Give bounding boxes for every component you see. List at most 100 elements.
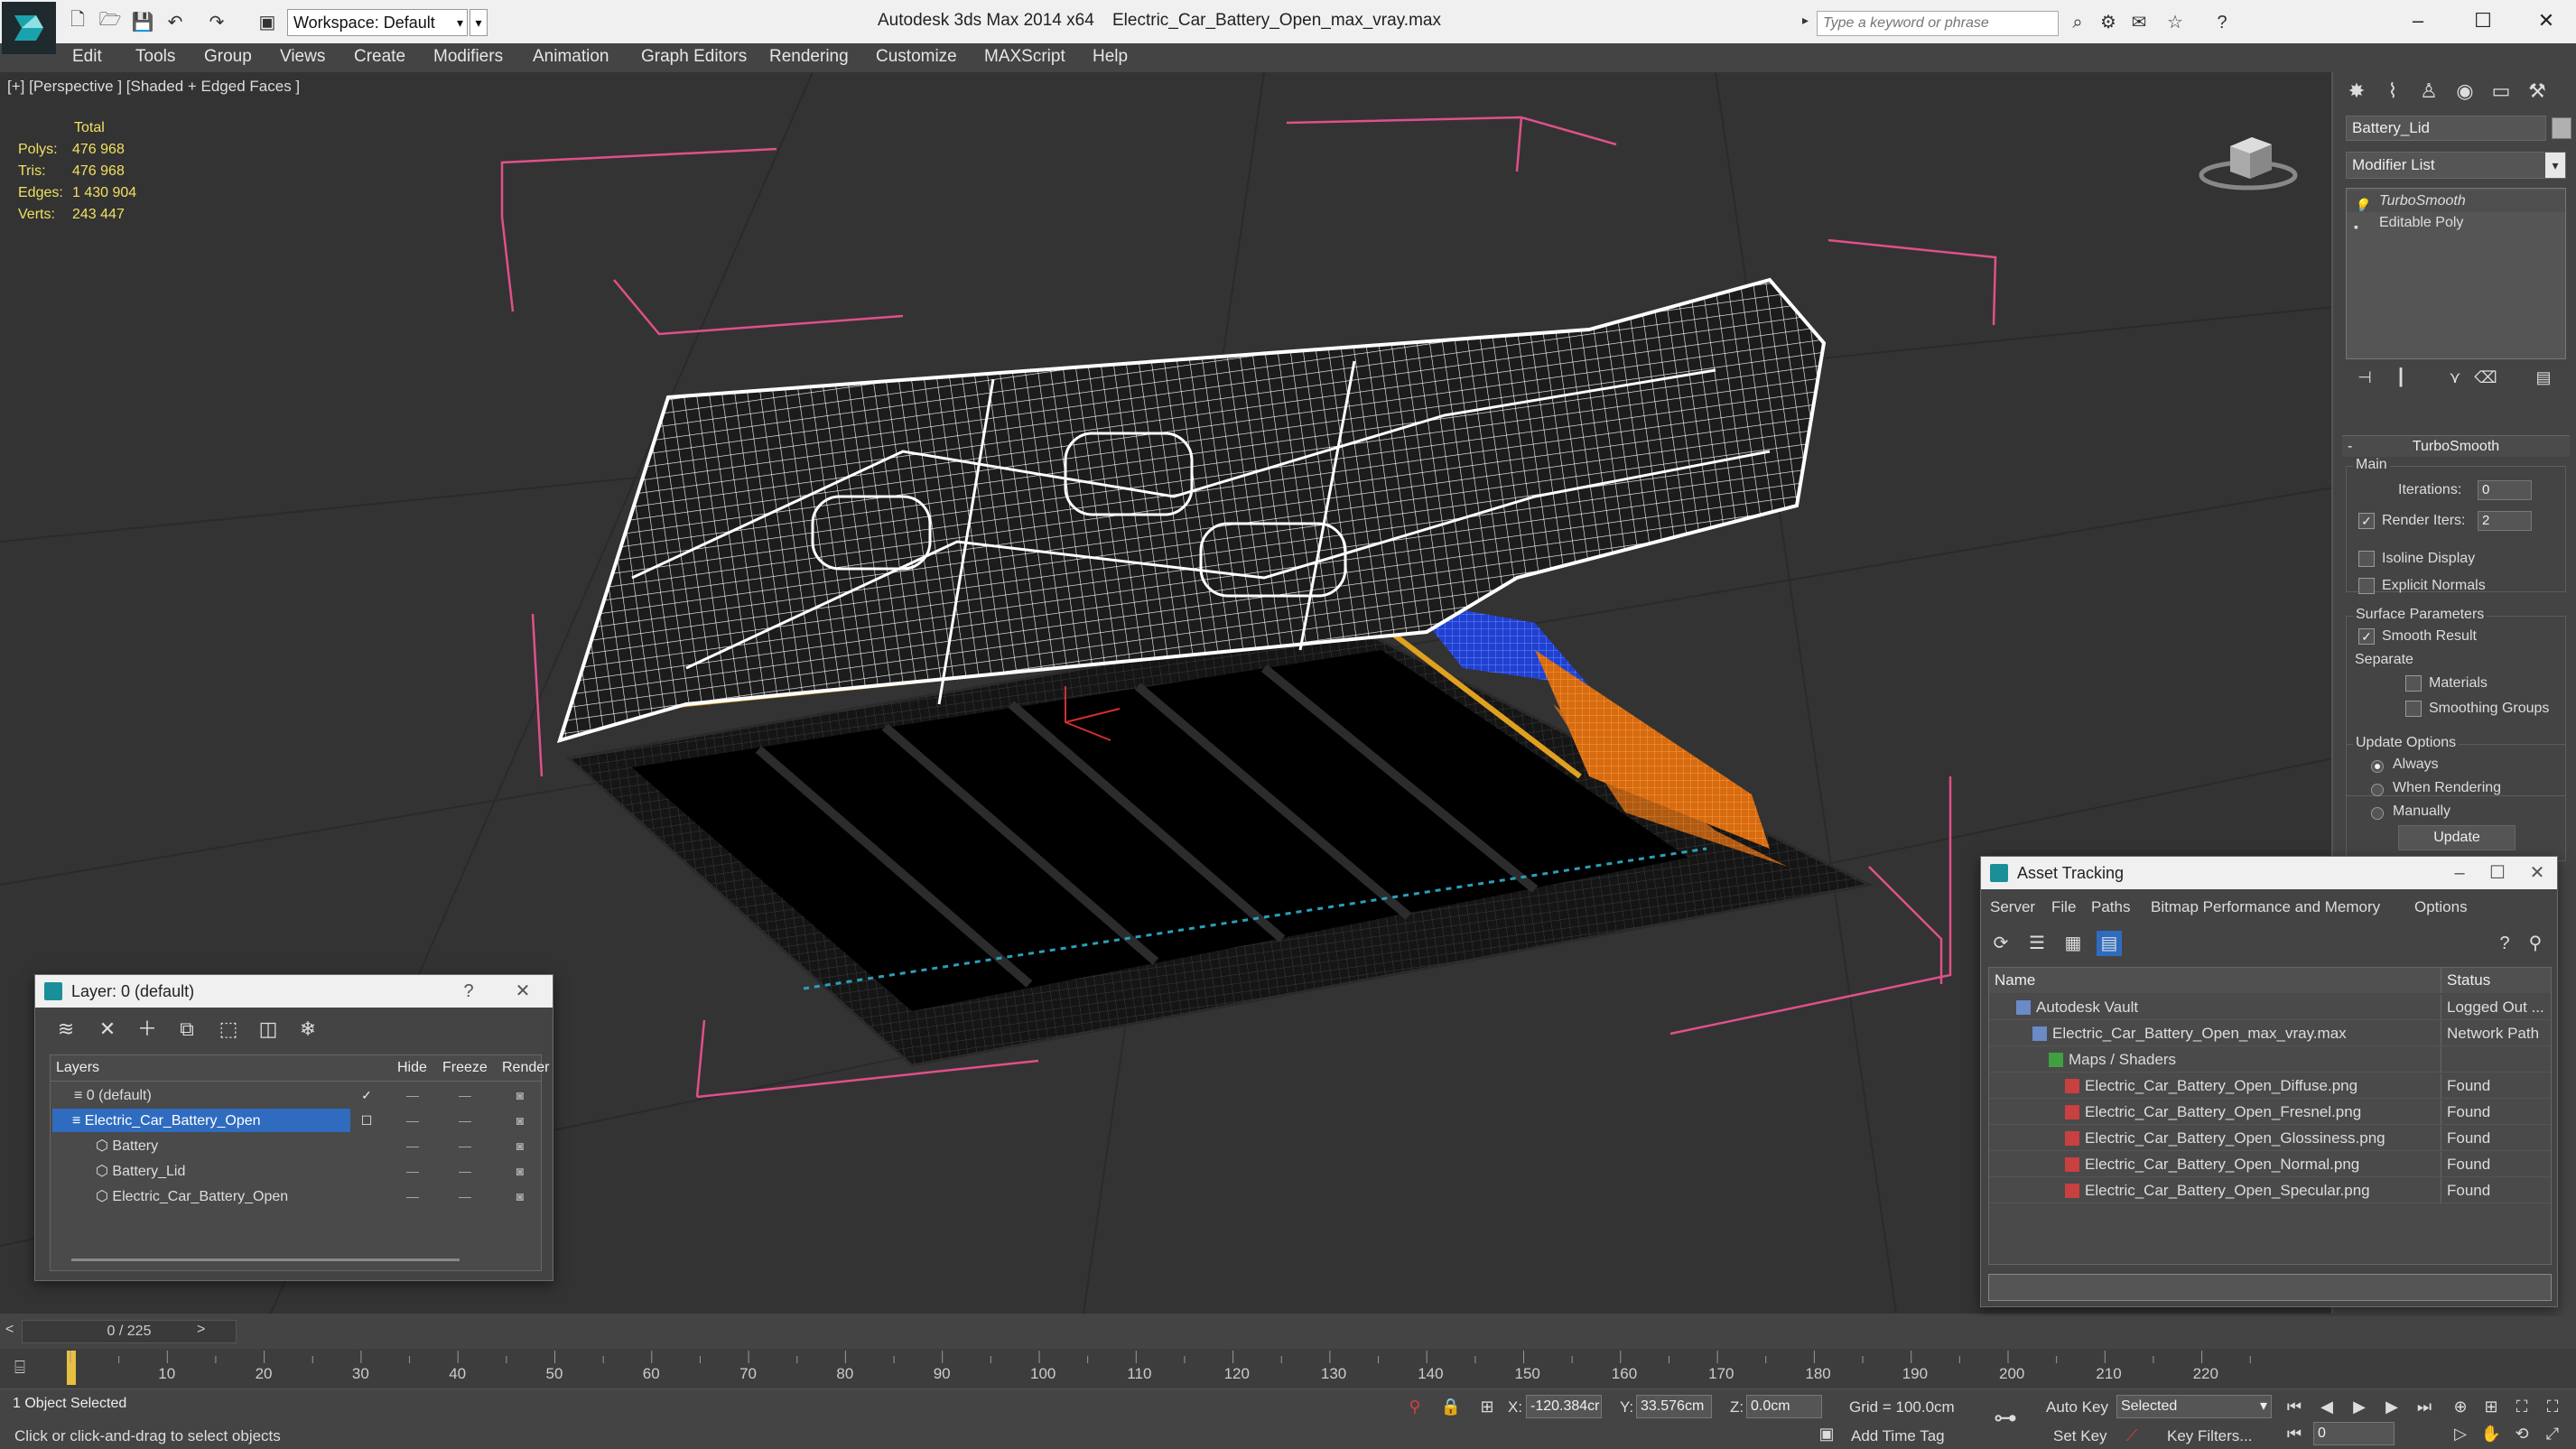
remove-modifier-icon[interactable]: ⌫ (2472, 368, 2499, 392)
prev-frame-icon[interactable]: < (5, 1322, 14, 1338)
open-file-icon[interactable]: 🗁 (98, 9, 123, 34)
delete-layer-icon[interactable]: ✕ (93, 1017, 122, 1042)
render-iters-checkbox[interactable]: ✓ (2358, 513, 2375, 529)
next-frame-icon[interactable]: ▶ (2380, 1395, 2404, 1418)
menu-options[interactable]: Options (2414, 898, 2468, 916)
column-hide[interactable]: Hide (397, 1055, 427, 1081)
menu-file[interactable]: File (2051, 898, 2076, 916)
help-icon[interactable]: ? (451, 975, 487, 1008)
menu-paths[interactable]: Paths (2091, 898, 2130, 916)
horizontal-scrollbar[interactable] (71, 1259, 460, 1261)
column-render[interactable]: Render (502, 1055, 549, 1081)
set-key-mode-icon[interactable]: ⊶ (1994, 1406, 2017, 1429)
current-frame-field[interactable]: 0 (2313, 1422, 2395, 1445)
menu-modifiers[interactable]: Modifiers (433, 47, 503, 67)
play-icon[interactable]: ▶ (2348, 1395, 2371, 1418)
viewport-label[interactable]: [+] [Perspective ] [Shaded + Edged Faces… (7, 78, 300, 96)
maximize-viewport-icon[interactable]: ⤢ (2541, 1422, 2564, 1445)
hide-toggle[interactable]: — (399, 1108, 426, 1133)
utilities-tab-icon[interactable]: ⚒ (2521, 78, 2553, 105)
y-coordinate-field[interactable]: 33.576cm (1636, 1395, 1712, 1418)
asset-row[interactable]: Electric_Car_Battery_Open_Normal.png Foun… (1989, 1152, 2551, 1177)
turbosmooth-rollout-header[interactable]: - TurboSmooth (2342, 435, 2570, 457)
layer-row[interactable]: ⬡ Electric_Car_Battery_Open — — ◙ (51, 1184, 541, 1209)
viewcube-icon[interactable] (2194, 119, 2302, 200)
close-icon[interactable]: ✕ (505, 975, 541, 1008)
previous-frame-icon[interactable]: ◀ (2315, 1395, 2339, 1418)
orbit-icon[interactable]: ⟲ (2510, 1422, 2534, 1445)
minimize-icon[interactable]: – (2391, 5, 2445, 36)
z-coordinate-field[interactable]: 0.0cm (1746, 1395, 1822, 1418)
asset-row[interactable]: Electric_Car_Battery_Open_Specular.png Fo… (1989, 1178, 2551, 1203)
menu-rendering[interactable]: Rendering (769, 47, 849, 67)
app-menu-button[interactable] (2, 2, 56, 54)
maximize-icon[interactable]: ☐ (2479, 857, 2516, 889)
subscription-icon[interactable]: ⚙ (2097, 11, 2120, 34)
zoom-icon[interactable]: ⊕ (2449, 1395, 2472, 1418)
menu-customize[interactable]: Customize (876, 47, 957, 67)
key-filters-button[interactable]: Key Filters... (2167, 1427, 2252, 1445)
menu-views[interactable]: Views (280, 47, 325, 67)
freeze-all-icon[interactable]: ❄ (293, 1017, 322, 1042)
show-end-result-icon[interactable]: ┃ (2387, 368, 2414, 392)
time-slider[interactable]: < 0 / 225 > (0, 1316, 2576, 1349)
make-unique-icon[interactable]: ⋎ (2441, 368, 2469, 392)
update-button[interactable]: Update (2398, 825, 2516, 850)
hide-toggle[interactable]: — (399, 1184, 426, 1209)
workspace-dropdown[interactable]: Workspace: Default ▾ (287, 9, 468, 36)
undo-icon[interactable]: ↶ (163, 9, 188, 34)
binoculars-icon[interactable]: ⌕ (2066, 11, 2089, 34)
absolute-mode-icon[interactable]: ⊞ (1475, 1395, 1499, 1418)
pin-stack-icon[interactable]: ⊣ (2351, 368, 2378, 392)
zoom-extents-icon[interactable]: ⛶ (2510, 1395, 2534, 1418)
add-time-tag[interactable]: Add Time Tag (1851, 1427, 1945, 1445)
table-view-icon[interactable]: ▤ (2097, 931, 2122, 956)
layer-dialog-titlebar[interactable]: Layer: 0 (default) ? ✕ (35, 975, 553, 1008)
layers-icon[interactable]: ≋ (51, 1017, 80, 1042)
asset-row[interactable]: Autodesk Vault Logged Out ... (1989, 995, 2551, 1020)
menu-maxscript[interactable]: MAXScript (984, 47, 1065, 67)
save-file-icon[interactable]: 💾 (130, 9, 155, 34)
stack-item-turbosmooth[interactable]: 💡 TurboSmooth (2347, 190, 2565, 212)
redo-icon[interactable]: ↷ (204, 9, 229, 34)
pan-icon[interactable]: ✋ (2479, 1422, 2503, 1445)
materials-checkbox[interactable] (2405, 675, 2422, 692)
render-toggle-icon[interactable]: ◙ (507, 1108, 534, 1133)
set-key-button[interactable]: Set Key (2053, 1427, 2107, 1445)
workspace-menu-button[interactable]: ▾ (470, 9, 488, 36)
asset-row[interactable]: Maps / Shaders (1989, 1047, 2551, 1073)
modify-tab-icon[interactable]: ⌇ (2376, 78, 2409, 105)
always-radio[interactable] (2371, 760, 2384, 773)
asset-path-field[interactable] (1988, 1274, 2552, 1301)
render-toggle-icon[interactable]: ◙ (507, 1133, 534, 1158)
smooth-result-checkbox[interactable]: ✓ (2358, 628, 2375, 645)
layer-row[interactable]: ≡ Electric_Car_Battery_Open ☐ — — ◙ (51, 1108, 541, 1133)
project-folder-icon[interactable]: ▣ (255, 9, 280, 34)
create-tab-icon[interactable]: ✸ (2340, 78, 2373, 105)
asset-row[interactable]: Electric_Car_Battery_Open_Diffuse.png Fou… (1989, 1073, 2551, 1099)
asset-row[interactable]: Electric_Car_Battery_Open_Glossiness.png… (1989, 1126, 2551, 1151)
help-icon[interactable]: ? (2210, 11, 2234, 34)
layer-row[interactable]: ≡ 0 (default) ✓ — — ◙ (51, 1082, 541, 1108)
iterations-spinner[interactable]: 0 (2478, 480, 2532, 500)
pin-icon[interactable]: ⚲ (2523, 931, 2548, 956)
object-name-field[interactable]: Battery_Lid (2346, 116, 2546, 141)
new-file-icon[interactable]: 🗋 (65, 9, 90, 34)
set-current-box-icon[interactable]: ☐ (353, 1108, 380, 1133)
track-bar[interactable]: ⌸ 10 20 30 40 50 60 70 80 90 100 110 120 130 140 150 16… (0, 1349, 2576, 1389)
column-status[interactable]: Status (2441, 968, 2551, 993)
auto-key-button[interactable]: Auto Key (2046, 1398, 2108, 1416)
modifier-list-dropdown[interactable]: Modifier List ▾ (2346, 152, 2566, 179)
close-icon[interactable]: ✕ (2519, 857, 2555, 889)
go-to-start-icon[interactable]: ⏮ (2283, 1395, 2306, 1418)
layer-row[interactable]: ⬡ Battery — — ◙ (51, 1133, 541, 1158)
menu-tools[interactable]: Tools (135, 47, 175, 67)
curve-editor-icon[interactable]: ⌸ (14, 1358, 25, 1379)
key-mode-icon[interactable]: ⏮ (2283, 1422, 2306, 1445)
favorites-star-icon[interactable]: ☆ (2163, 11, 2187, 34)
menu-edit[interactable]: Edit (72, 47, 102, 67)
render-toggle-icon[interactable]: ◙ (507, 1184, 534, 1209)
menu-group[interactable]: Group (204, 47, 252, 67)
communication-icon[interactable]: ✉ (2127, 11, 2151, 34)
column-name[interactable]: Name (1989, 968, 2441, 993)
